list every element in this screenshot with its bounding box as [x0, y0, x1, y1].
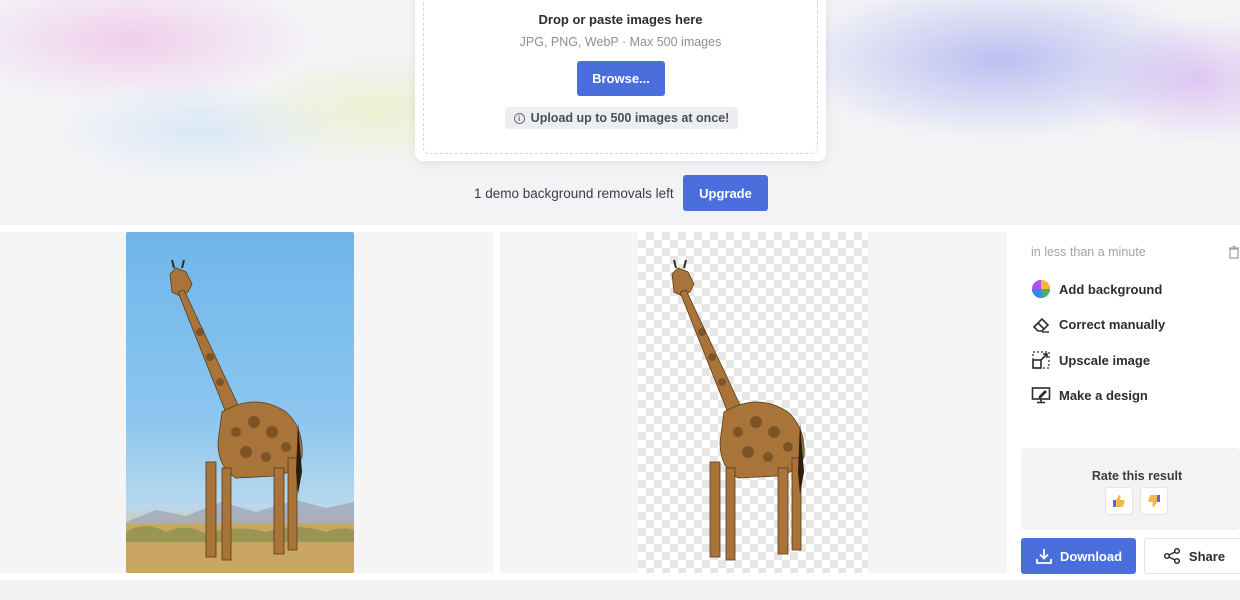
info-icon: i	[513, 112, 525, 124]
giraffe-original-illustration	[126, 259, 354, 573]
processing-time: in less than a minute	[1031, 245, 1146, 259]
upload-limit-note: i Upload up to 500 images at once!	[505, 107, 738, 129]
rate-title: Rate this result	[1091, 469, 1183, 483]
make-design-action[interactable]: Make a design	[1031, 384, 1148, 406]
thumbs-up-icon	[1113, 495, 1125, 507]
browse-button[interactable]: Browse...	[577, 61, 665, 96]
upscale-image-label: Upscale image	[1059, 352, 1151, 368]
eraser-icon	[1032, 317, 1050, 333]
share-button[interactable]: Share	[1144, 538, 1240, 574]
upscale-image-action[interactable]: Upscale image	[1031, 349, 1150, 371]
download-icon	[1036, 549, 1052, 564]
demo-removals-left: 1 demo background removals left	[474, 186, 674, 201]
color-wheel-icon	[1032, 280, 1050, 298]
correct-manually-action[interactable]: Correct manually	[1031, 313, 1165, 335]
share-label: Share	[1188, 548, 1226, 564]
correct-manually-label: Correct manually	[1059, 316, 1166, 332]
dropzone[interactable]: Drop or paste images here JPG, PNG, WebP…	[423, 0, 818, 154]
upscale-icon	[1032, 351, 1050, 369]
result-image	[638, 232, 868, 573]
trash-icon[interactable]	[1228, 245, 1240, 259]
original-image	[126, 232, 354, 573]
download-button[interactable]: Download	[1021, 538, 1136, 574]
upload-note-text: Upload up to 500 images at once!	[530, 111, 730, 125]
upgrade-button[interactable]: Upgrade	[683, 175, 768, 211]
thumbs-up-button[interactable]	[1105, 487, 1133, 515]
design-monitor-icon	[1031, 387, 1051, 404]
dropzone-title: Drop or paste images here	[538, 12, 703, 27]
make-design-label: Make a design	[1059, 387, 1148, 403]
share-icon	[1163, 547, 1180, 565]
dropzone-formats: JPG, PNG, WebP · Max 500 images	[519, 35, 722, 49]
thumbs-down-icon	[1148, 495, 1160, 507]
rate-result-box: Rate this result	[1021, 448, 1240, 530]
upload-card: Drop or paste images here JPG, PNG, WebP…	[415, 0, 826, 161]
thumbs-down-button[interactable]	[1140, 487, 1168, 515]
download-label: Download	[1059, 548, 1123, 564]
add-background-action[interactable]: Add background	[1031, 278, 1162, 300]
add-background-label: Add background	[1059, 281, 1163, 297]
giraffe-cutout-illustration	[671, 259, 805, 561]
